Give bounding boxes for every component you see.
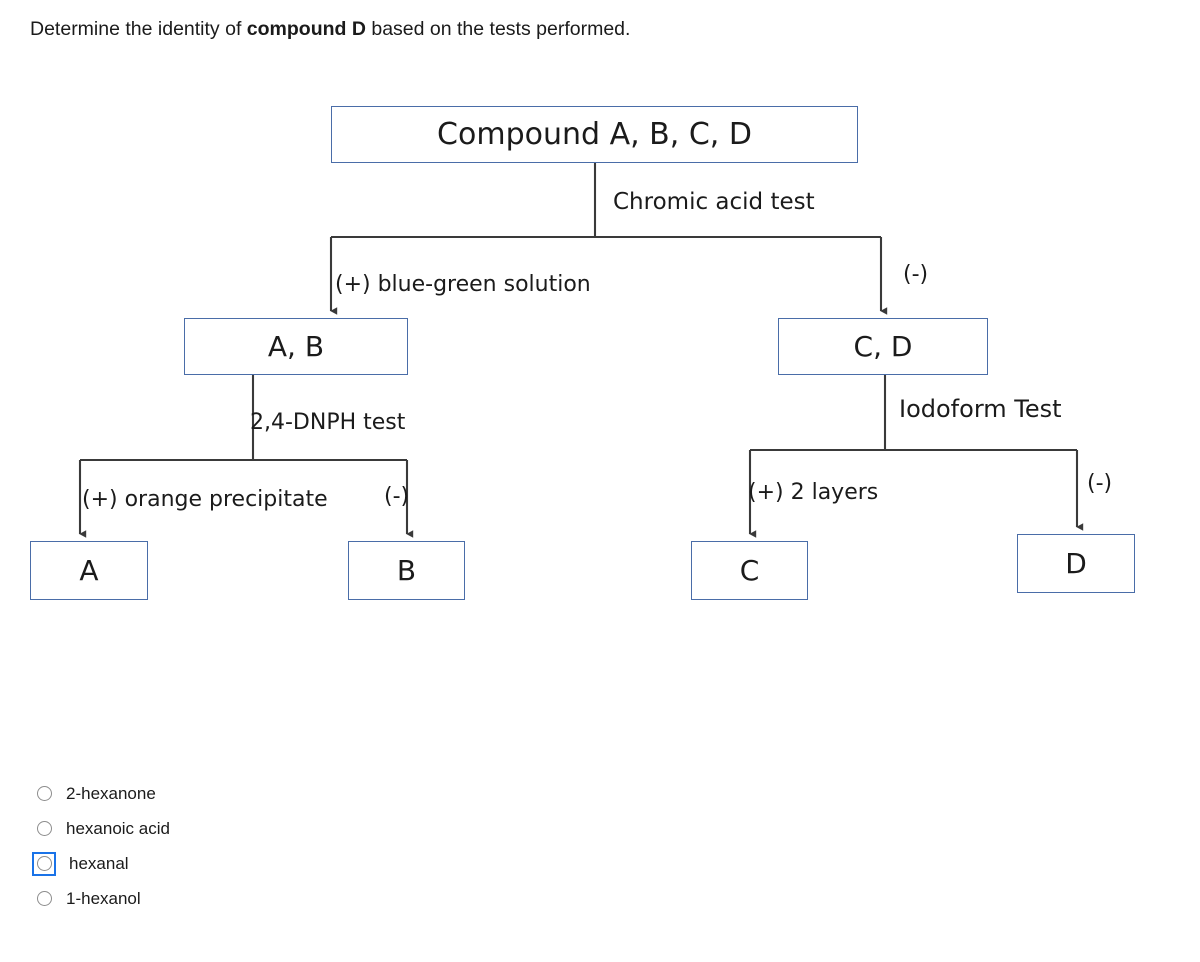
answer-option-0[interactable]: 2-hexanone [32, 776, 452, 811]
answer-option-1[interactable]: hexanoic acid [32, 811, 452, 846]
radio-button-0[interactable] [32, 782, 56, 806]
answer-option-label: hexanal [69, 853, 129, 873]
radio-circle-icon [36, 891, 52, 906]
radio-circle-icon [36, 856, 52, 871]
node-label: C, D [853, 330, 913, 363]
node-compound-abcd: Compound A, B, C, D [331, 106, 858, 163]
test-label-dnph: 2,4-DNPH test [250, 410, 406, 435]
branch-label-two-layers: (+) 2 layers [748, 480, 879, 505]
branch-label-chromic-negative: (-) [903, 262, 929, 287]
node-label: A [79, 554, 99, 587]
radio-circle-icon [36, 821, 52, 836]
node-label: Compound A, B, C, D [437, 117, 752, 152]
branch-label-iodoform-negative: (-) [1087, 471, 1113, 496]
branch-label-dnph-negative: (-) [384, 484, 410, 509]
answer-options-list: 2-hexanone hexanoic acid hexanal 1-hexan… [32, 776, 452, 916]
node-label: C [739, 554, 760, 587]
radio-button-3[interactable] [32, 887, 56, 911]
node-compound-b: B [348, 541, 465, 600]
answer-option-label: hexanoic acid [66, 818, 170, 838]
node-compound-d: D [1017, 534, 1135, 593]
branch-label-blue-green-solution: (+) blue-green solution [335, 272, 591, 297]
radio-button-2[interactable] [32, 851, 56, 876]
node-label: D [1065, 547, 1087, 580]
test-label-chromic-acid: Chromic acid test [613, 189, 815, 215]
radio-button-1[interactable] [32, 817, 56, 841]
node-compound-cd: C, D [778, 318, 988, 375]
radio-circle-icon [36, 786, 52, 801]
answer-option-label: 2-hexanone [66, 783, 156, 803]
node-compound-a: A [30, 541, 148, 600]
branch-label-orange-precipitate: (+) orange precipitate [82, 487, 328, 512]
answer-option-2[interactable]: hexanal [32, 846, 452, 881]
answer-option-label: 1-hexanol [66, 888, 141, 908]
test-label-iodoform: Iodoform Test [899, 395, 1062, 423]
answer-option-3[interactable]: 1-hexanol [32, 881, 452, 916]
node-label: B [396, 554, 417, 587]
decision-tree-flowchart: Compound A, B, C, D A, B C, D A B C D Ch… [0, 0, 1200, 660]
node-compound-ab: A, B [184, 318, 408, 375]
node-compound-c: C [691, 541, 808, 600]
node-label: A, B [267, 330, 325, 363]
